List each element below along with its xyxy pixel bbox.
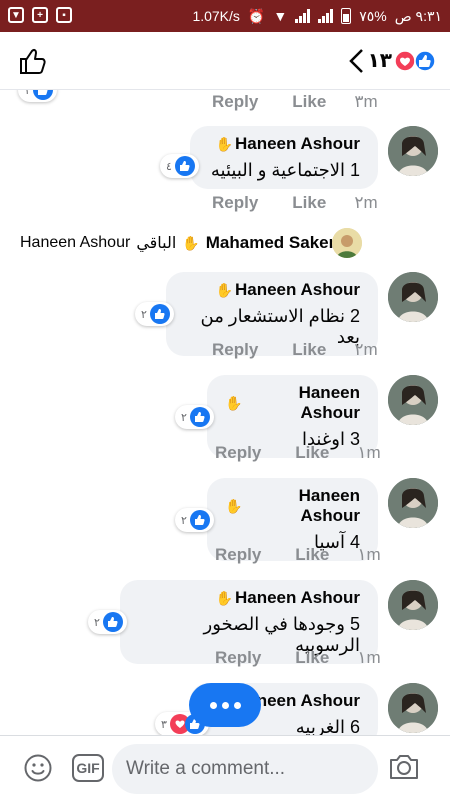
more-options-button[interactable] [189,683,261,727]
wave-icon: ✋ [225,497,243,514]
comment-time: ١m [357,443,381,462]
comment-time: ١m [357,545,381,564]
dot-icon [209,701,217,709]
avatar[interactable] [388,580,438,630]
comment-author[interactable]: Haneen Ashour [235,134,360,154]
like-link[interactable]: Like [295,443,329,463]
avatar[interactable] [388,375,438,425]
replier-avatar[interactable] [332,228,362,258]
dot-icon [233,701,241,709]
comment-time: ٢m [354,193,378,212]
wifi-icon: ▼ [273,8,288,24]
like-link[interactable]: Like [292,340,326,360]
chevron-left-icon[interactable] [346,48,368,74]
comment-time: ١m [357,648,381,667]
alarm-icon: ⏰ [247,7,266,24]
battery-percent: ٧٥% [359,7,387,24]
remaining-label: الباقي [136,235,177,252]
reply-link[interactable]: Reply [212,340,258,360]
comment-author[interactable]: Haneen Ashour [235,280,360,300]
like-icon [174,156,195,176]
reaction-badge[interactable]: ١ [18,90,57,102]
reply-link[interactable]: Reply [212,92,258,112]
plus-icon: + [32,7,48,23]
reaction-count[interactable]: ١٣ [368,48,392,73]
wave-icon: ✋ [215,589,233,606]
reaction-badge[interactable]: ٢ [175,405,214,429]
status-bar: ▼ + ▪ 1.07K/s ⏰ ▼ ٧٥% ٩:٣١ ص [0,0,450,32]
signal-icon [295,9,311,23]
comment-meta: Reply Like ١m [215,545,381,565]
wave-icon: ✋ [225,394,243,411]
avatar[interactable] [388,478,438,528]
emoji-icon[interactable] [24,754,52,782]
image-icon: ▪ [56,7,72,23]
comment-composer: GIF Write a comment... [0,735,450,800]
like-link[interactable]: Like [295,545,329,565]
comment-input[interactable]: Write a comment... [112,744,378,794]
thumbs-up-icon[interactable] [18,46,48,76]
like-link[interactable]: Like [292,193,326,213]
network-speed: 1.07K/s [192,8,240,24]
wave-icon: ✋ [215,135,233,152]
reaction-badge[interactable]: ٢ [135,302,174,326]
wave-icon: ✋ [182,234,200,251]
comment-time: ٣m [354,92,378,111]
avatar[interactable] [388,272,438,322]
replier-name[interactable]: Mahamed Saker [206,233,335,253]
clock: ٩:٣١ ص [394,7,442,24]
comment-feed[interactable]: ١ Reply Like ٣m ✋ Haneen Ashour 1 الاجتما… [0,90,450,735]
reaction-badge[interactable]: ٢ [88,610,127,634]
reply-thread-summary[interactable]: Haneen Ashour الباقي ✋ Mahamed Saker [20,231,335,255]
like-icon [189,407,210,427]
comment-author[interactable]: Haneen Ashour [235,588,360,608]
comment-text: 1 الاجتماعية و البيئيه [210,160,360,180]
vpn-icon: ▼ [8,7,24,23]
camera-icon[interactable] [388,752,420,782]
like-icon [32,90,53,100]
comment-bubble[interactable]: ✋ Haneen Ashour 1 الاجتماعية و البيئيه [190,126,378,189]
comment-meta: Reply Like ٣m [212,92,378,112]
comment-meta: Reply Like ١m [215,443,381,463]
mention-name[interactable]: Haneen Ashour [20,234,130,252]
comment-author[interactable]: neen Ashour [257,691,360,711]
avatar[interactable] [388,126,438,176]
reaction-badge[interactable]: ٤ [160,154,199,178]
wave-icon: ✋ [215,281,233,298]
reply-link[interactable]: Reply [212,193,258,213]
comments-header: ١٣ [0,32,450,90]
avatar[interactable] [388,683,438,733]
like-icon [102,612,123,632]
like-link[interactable]: Like [292,92,326,112]
comment-meta: Reply Like ١m [215,648,381,668]
battery-icon [341,8,352,24]
comment-meta: Reply Like ٢m [212,193,378,213]
comment-author[interactable]: Haneen Ashour [244,486,360,526]
comment-time: ٢m [354,340,378,359]
reaction-summary-icon[interactable] [394,50,438,72]
reaction-badge[interactable]: ٢ [175,508,214,532]
reply-link[interactable]: Reply [215,648,261,668]
reply-link[interactable]: Reply [215,545,261,565]
gif-button[interactable]: GIF [72,754,104,782]
dot-icon [221,701,229,709]
like-icon [189,510,210,530]
comment-author[interactable]: Haneen Ashour [244,383,360,423]
reply-link[interactable]: Reply [215,443,261,463]
like-link[interactable]: Like [295,648,329,668]
signal-icon-2 [318,9,334,23]
like-icon [149,304,170,324]
comment-meta: Reply Like ٢m [212,340,378,360]
